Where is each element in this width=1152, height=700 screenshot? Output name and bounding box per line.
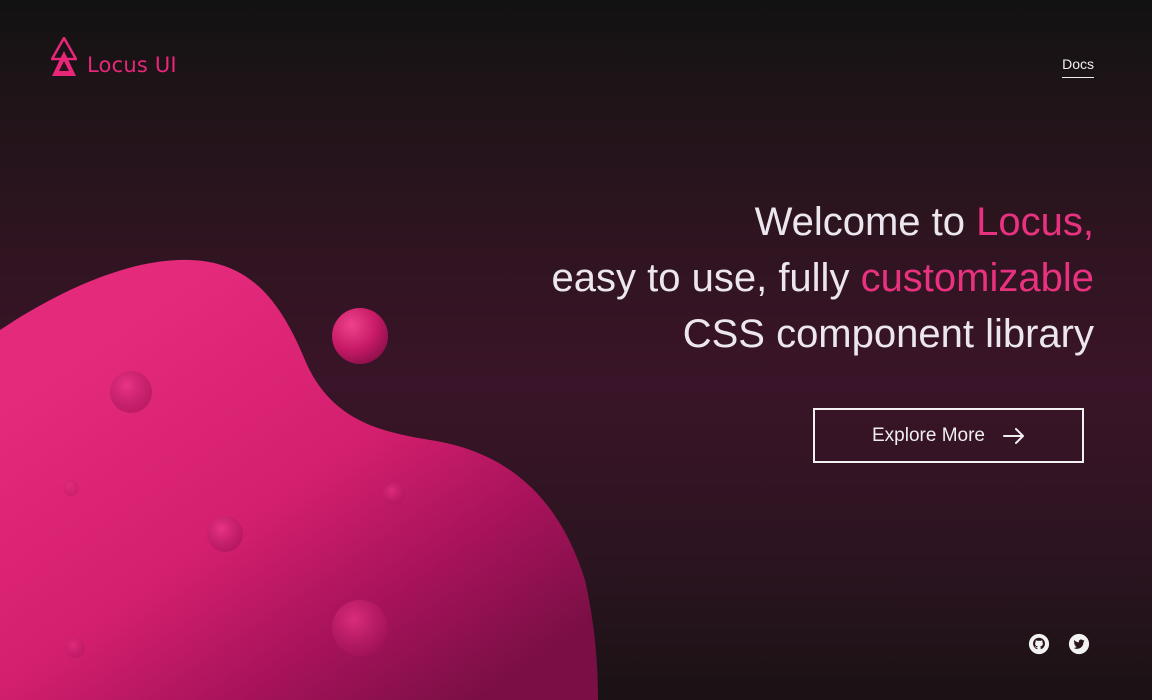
explore-more-label: Explore More — [872, 424, 985, 446]
sphere — [207, 516, 243, 552]
sphere-large — [332, 308, 388, 364]
docs-link[interactable]: Docs — [1062, 56, 1094, 78]
blob-shape — [0, 259, 598, 700]
twitter-icon[interactable] — [1068, 633, 1090, 655]
decorative-blob-illustration — [0, 259, 598, 700]
hero-line-3: CSS component library — [682, 312, 1094, 356]
brand-logo[interactable]: Locus UI — [51, 37, 177, 77]
brand-name: Locus UI — [87, 53, 177, 77]
sphere — [110, 371, 152, 413]
locus-logo-icon — [51, 37, 77, 76]
hero-accent-brand: Locus, — [976, 200, 1094, 244]
hero-line-1: Welcome to Locus, — [754, 200, 1094, 244]
hero-headline: Welcome to Locus, easy to use, fully cus… — [552, 194, 1094, 362]
hero-accent-customizable: customizable — [860, 256, 1094, 300]
arrow-right-icon — [1003, 427, 1024, 444]
sphere — [332, 600, 388, 656]
sphere — [65, 638, 85, 658]
github-icon[interactable] — [1028, 633, 1050, 655]
sphere — [63, 480, 79, 496]
explore-more-button[interactable]: Explore More — [813, 408, 1084, 463]
sphere — [383, 483, 405, 505]
hero-line-2: easy to use, fully customizable — [551, 256, 1094, 300]
